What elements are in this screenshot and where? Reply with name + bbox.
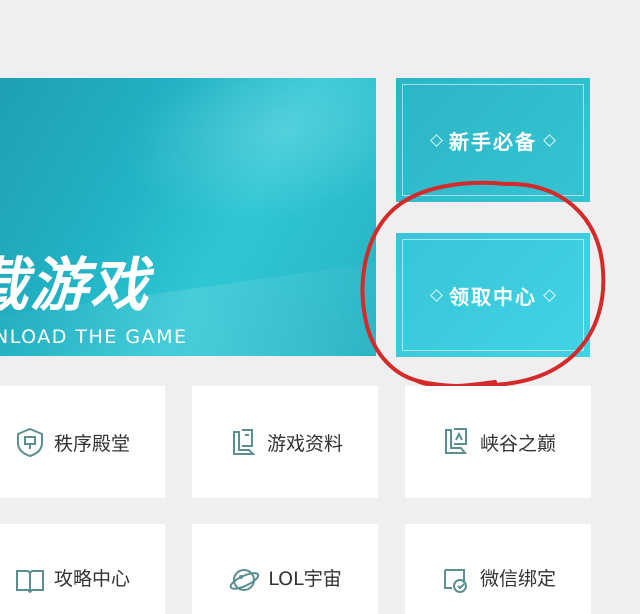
tile-label: 微信绑定 xyxy=(479,568,556,590)
download-game-banner[interactable]: 载游戏 NLOAD THE GAME xyxy=(0,78,376,356)
banner-glow xyxy=(104,78,376,250)
banner-title: 载游戏 xyxy=(0,251,151,319)
tile-label: 游戏资料 xyxy=(266,432,343,455)
tile-wechat-binding[interactable]: 微信绑定 xyxy=(405,524,591,614)
peak-crest-icon xyxy=(440,426,472,458)
tile-order-hall[interactable]: 秩序殿堂 xyxy=(0,386,165,498)
crest-icon xyxy=(227,426,259,458)
newbie-essentials-button[interactable]: 新手必备 xyxy=(396,78,590,202)
tile-lol-universe[interactable]: LOL宇宙 xyxy=(192,524,378,614)
tile-canyon-peak[interactable]: 峡谷之巅 xyxy=(405,386,591,498)
book-icon xyxy=(14,564,46,596)
tile-label: 峡谷之巅 xyxy=(479,432,556,455)
tile-game-info[interactable]: 游戏资料 xyxy=(192,386,378,498)
planet-icon xyxy=(228,564,260,596)
tile-label: LOL宇宙 xyxy=(268,568,342,590)
shield-icon xyxy=(14,426,46,458)
tile-label: 攻略中心 xyxy=(53,568,130,590)
tile-strategy-center[interactable]: 攻略中心 xyxy=(0,524,165,614)
tile-label: 秩序殿堂 xyxy=(53,432,130,455)
claim-center-button[interactable]: 领取中心 xyxy=(396,233,590,357)
banner-subtitle: NLOAD THE GAME xyxy=(0,326,188,348)
link-icon xyxy=(440,564,472,596)
